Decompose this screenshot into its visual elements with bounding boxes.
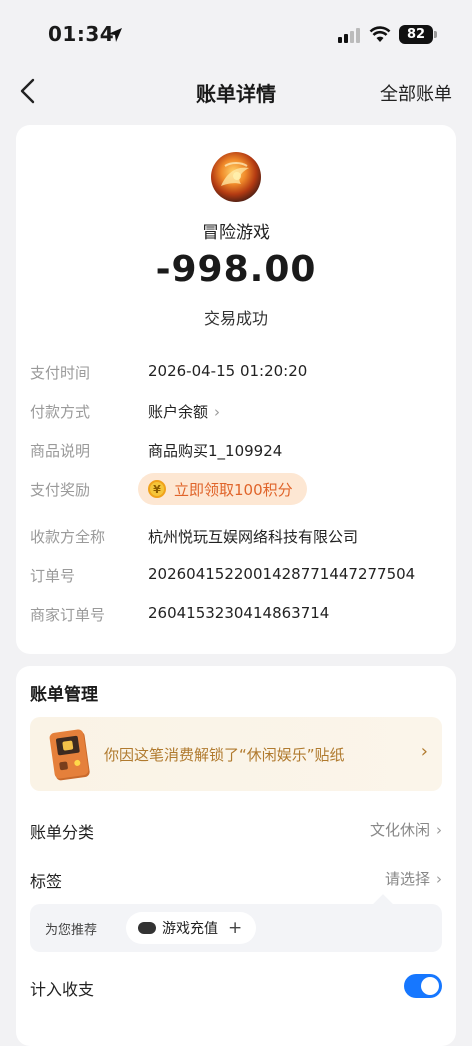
- dragon-art-icon: [221, 162, 249, 186]
- plus-icon: +: [228, 918, 243, 938]
- merchant-avatar: [211, 152, 261, 202]
- coin-icon: ¥: [148, 480, 166, 498]
- detail-label: 商家订单号: [30, 606, 106, 624]
- detail-row-merchant-order-no: 商家订单号 2604153230414863714: [30, 602, 440, 626]
- detail-row-pay-method[interactable]: 付款方式 账户余额 ›: [30, 399, 440, 423]
- row-value: 请选择: [384, 870, 430, 888]
- claim-points-button[interactable]: ¥ 立即领取100积分: [138, 473, 307, 505]
- battery-tip: [434, 31, 437, 38]
- gameboy-icon: [48, 728, 90, 780]
- chevron-right-icon: ›: [436, 870, 442, 888]
- row-value: 文化休闲: [369, 821, 430, 839]
- sticker-banner[interactable]: 你因这笔消费解锁了“休闲娱乐”贴纸 ›: [30, 717, 442, 791]
- tags-row[interactable]: 标签 请选择 ›: [30, 864, 442, 892]
- detail-row-pay-time: 支付时间 2026-04-15 01:20:20: [30, 360, 440, 384]
- bill-summary-card: 冒险游戏 -998.00 交易成功 支付时间 2026-04-15 01:20:…: [16, 125, 456, 654]
- recommend-label: 为您推荐: [45, 923, 98, 938]
- detail-row-reward: 支付奖励 ¥ 立即领取100积分: [30, 473, 440, 505]
- detail-value: 2026041522001428771447277504: [148, 565, 416, 583]
- detail-label: 支付时间: [30, 364, 91, 382]
- transaction-status: 交易成功: [203, 309, 268, 328]
- count-in-row: 计入收支: [30, 972, 442, 1000]
- gamepad-icon: [138, 922, 156, 934]
- status-time: 01:34: [48, 22, 115, 46]
- chip-label: 游戏充值: [162, 921, 218, 937]
- location-arrow-icon: [108, 28, 122, 42]
- detail-value: 2604153230414863714: [148, 604, 330, 622]
- recommend-box: 为您推荐 游戏充值 +: [30, 904, 442, 952]
- status-bar: 01:34 82: [0, 0, 472, 70]
- row-label: 标签: [30, 872, 63, 891]
- sticker-banner-text: 你因这笔消费解锁了“休闲娱乐”贴纸: [104, 746, 345, 764]
- category-value-wrap: 文化休闲 ›: [370, 819, 442, 840]
- row-label: 计入收支: [30, 980, 95, 999]
- detail-label: 商品说明: [30, 442, 91, 460]
- wifi-icon: [369, 26, 391, 42]
- detail-value: 账户余额: [148, 403, 209, 421]
- detail-label: 付款方式: [30, 403, 91, 421]
- bill-amount: -998.00: [155, 249, 317, 290]
- battery-icon: 82: [399, 25, 433, 44]
- detail-label: 订单号: [30, 567, 76, 585]
- count-in-toggle[interactable]: [404, 974, 442, 998]
- signal-icon: [338, 28, 360, 43]
- detail-row-order-no: 订单号 2026041522001428771447277504: [30, 563, 440, 587]
- section-title: 账单管理: [30, 685, 98, 705]
- detail-row-payee: 收款方全称 杭州悦玩互娱网络科技有限公司: [30, 524, 440, 548]
- detail-label: 支付奖励: [30, 481, 91, 499]
- tags-value-wrap: 请选择 ›: [385, 868, 442, 889]
- detail-label: 收款方全称: [30, 528, 106, 546]
- pay-method-value: 账户余额 ›: [148, 401, 220, 422]
- chevron-right-icon: ›: [436, 821, 442, 839]
- detail-value: 2026-04-15 01:20:20: [148, 362, 308, 380]
- chevron-right-icon: ›: [420, 741, 428, 762]
- nav-bar: 账单详情 全部账单: [0, 70, 472, 114]
- merchant-name: 冒险游戏: [202, 223, 270, 243]
- bill-category-row[interactable]: 账单分类 文化休闲 ›: [30, 815, 442, 843]
- bill-management-card: 账单管理 你因这笔消费解锁了“休闲娱乐”贴纸 › 账单分类 文化休闲 › 标签 请…: [16, 666, 456, 1046]
- recommend-chip-game-topup[interactable]: 游戏充值 +: [126, 912, 257, 944]
- detail-value: 商品购买1_109924: [148, 442, 283, 460]
- claim-points-label: 立即领取100积分: [174, 480, 293, 499]
- chevron-right-icon: ›: [214, 403, 221, 421]
- detail-value: 杭州悦玩互娱网络科技有限公司: [148, 528, 359, 546]
- row-label: 账单分类: [30, 823, 95, 842]
- all-bills-link[interactable]: 全部账单: [380, 80, 452, 106]
- detail-row-product: 商品说明 商品购买1_109924: [30, 438, 440, 462]
